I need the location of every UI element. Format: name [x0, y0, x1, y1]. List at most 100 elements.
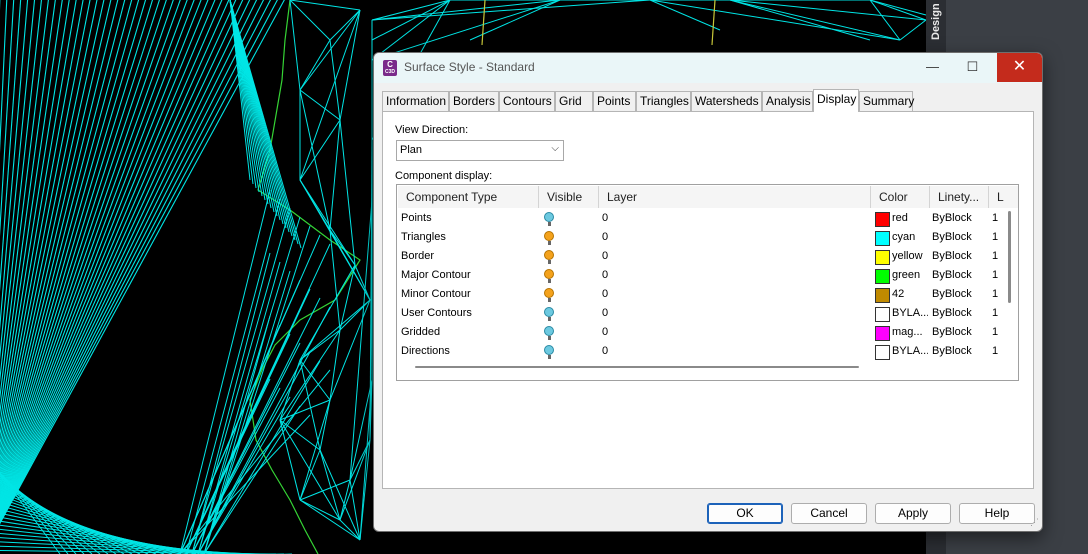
component-type: Major Contour: [401, 269, 471, 281]
lineweight-value[interactable]: 1: [992, 304, 998, 323]
lightbulb-off-icon[interactable]: [544, 212, 554, 226]
layer-value[interactable]: 0: [602, 285, 608, 304]
layer-value[interactable]: 0: [602, 228, 608, 247]
tab-points[interactable]: Points: [593, 91, 636, 111]
table-row[interactable]: Points 0 red ByBlock 1: [398, 209, 1002, 228]
triangle-edge: [319, 399, 331, 451]
linetype-value[interactable]: ByBlock: [932, 209, 972, 228]
color-name[interactable]: 42: [892, 285, 928, 304]
lightbulb-off-icon[interactable]: [544, 307, 554, 321]
table-row[interactable]: Gridded 0 mag... ByBlock 1: [398, 323, 1002, 342]
triangle-edge: [729, 0, 871, 41]
color-name[interactable]: BYLA...: [892, 342, 928, 361]
table-row[interactable]: Triangles 0 cyan ByBlock 1: [398, 228, 1002, 247]
lightbulb-on-icon[interactable]: [544, 288, 554, 302]
apply-button[interactable]: Apply: [875, 503, 951, 524]
color-swatch[interactable]: [875, 212, 890, 227]
linetype-value[interactable]: ByBlock: [932, 304, 972, 323]
vertical-scrollbar[interactable]: [1008, 211, 1011, 303]
color-name[interactable]: green: [892, 266, 928, 285]
lightbulb-on-icon[interactable]: [544, 231, 554, 245]
color-swatch[interactable]: [875, 269, 890, 284]
table-row[interactable]: Directions 0 BYLA... ByBlock 1: [398, 342, 1002, 361]
table-row[interactable]: Minor Contour 0 42 ByBlock 1: [398, 285, 1002, 304]
tab-contours[interactable]: Contours: [499, 91, 555, 111]
close-icon[interactable]: ✕: [997, 53, 1042, 82]
tab-watersheds[interactable]: Watersheds: [691, 91, 762, 111]
cancel-button[interactable]: Cancel: [791, 503, 867, 524]
lineweight-value[interactable]: 1: [992, 285, 998, 304]
help-button[interactable]: Help: [959, 503, 1035, 524]
triangle-edge: [179, 414, 311, 554]
color-name[interactable]: BYLA...: [892, 304, 928, 323]
tab-summary[interactable]: Summary: [859, 91, 914, 111]
triangle-edge: [299, 329, 341, 361]
lineweight-value[interactable]: 1: [992, 342, 998, 361]
chevron-down-icon: ⌵: [551, 143, 559, 154]
column-header-3[interactable]: Color: [871, 186, 930, 208]
side-panel-label[interactable]: Design: [930, 3, 942, 40]
triangle-edge: [869, 0, 927, 16]
table-row[interactable]: User Contours 0 BYLA... ByBlock 1: [398, 304, 1002, 323]
horizontal-scrollbar[interactable]: [415, 366, 859, 368]
minimize-icon[interactable]: —: [910, 53, 955, 82]
component-type: Directions: [401, 345, 450, 357]
view-direction-select[interactable]: Plan ⌵: [396, 140, 564, 161]
color-name[interactable]: mag...: [892, 323, 928, 342]
column-header-5[interactable]: L: [989, 186, 1018, 208]
table-row[interactable]: Major Contour 0 green ByBlock 1: [398, 266, 1002, 285]
maximize-icon[interactable]: ☐: [950, 53, 995, 82]
linetype-value[interactable]: ByBlock: [932, 266, 972, 285]
color-name[interactable]: yellow: [892, 247, 928, 266]
linetype-value[interactable]: ByBlock: [932, 342, 972, 361]
table-row[interactable]: Border 0 yellow ByBlock 1: [398, 247, 1002, 266]
layer-value[interactable]: 0: [602, 209, 608, 228]
column-header-1[interactable]: Visible: [539, 186, 599, 208]
color-name[interactable]: red: [892, 209, 928, 228]
dialog-titlebar[interactable]: C C3D Surface Style - Standard — ☐ ✕: [374, 53, 1042, 83]
layer-value[interactable]: 0: [602, 247, 608, 266]
layer-value[interactable]: 0: [602, 342, 608, 361]
linetype-value[interactable]: ByBlock: [932, 247, 972, 266]
layer-value[interactable]: 0: [602, 304, 608, 323]
tab-borders[interactable]: Borders: [449, 91, 499, 111]
triangle-edge: [185, 198, 281, 554]
component-type: Gridded: [401, 326, 441, 338]
ok-button[interactable]: OK: [707, 503, 783, 524]
linetype-value[interactable]: ByBlock: [932, 228, 972, 247]
color-swatch[interactable]: [875, 231, 890, 246]
table-header: Component Type Visible Layer Color Linety...…: [398, 186, 1018, 208]
lightbulb-on-icon[interactable]: [544, 269, 554, 283]
component-display-label: Component display:: [395, 170, 493, 182]
tab-triangles[interactable]: Triangles: [636, 91, 691, 111]
color-swatch[interactable]: [875, 307, 890, 322]
color-swatch[interactable]: [875, 345, 890, 360]
column-header-0[interactable]: Component Type: [398, 186, 539, 208]
tab-display[interactable]: Display: [813, 89, 859, 112]
lightbulb-off-icon[interactable]: [544, 345, 554, 359]
color-swatch[interactable]: [875, 288, 890, 303]
triangle-edge: [711, 0, 716, 46]
color-swatch[interactable]: [875, 250, 890, 265]
linetype-value[interactable]: ByBlock: [932, 323, 972, 342]
lightbulb-on-icon[interactable]: [544, 250, 554, 264]
linetype-value[interactable]: ByBlock: [932, 285, 972, 304]
tab-analysis[interactable]: Analysis: [762, 91, 813, 111]
layer-value[interactable]: 0: [602, 323, 608, 342]
tab-information[interactable]: Information: [382, 91, 449, 111]
color-name[interactable]: cyan: [892, 228, 928, 247]
lineweight-value[interactable]: 1: [992, 266, 998, 285]
lightbulb-off-icon[interactable]: [544, 326, 554, 340]
component-type: Minor Contour: [401, 288, 471, 300]
resize-grip-icon[interactable]: ⋰: [1030, 517, 1039, 528]
lineweight-value[interactable]: 1: [992, 209, 998, 228]
layer-value[interactable]: 0: [602, 266, 608, 285]
lineweight-value[interactable]: 1: [992, 228, 998, 247]
triangle-edge: [329, 329, 341, 401]
lineweight-value[interactable]: 1: [992, 323, 998, 342]
tab-grid[interactable]: Grid: [555, 91, 593, 111]
color-swatch[interactable]: [875, 326, 890, 341]
column-header-4[interactable]: Linety...: [930, 186, 989, 208]
column-header-2[interactable]: Layer: [599, 186, 871, 208]
lineweight-value[interactable]: 1: [992, 247, 998, 266]
